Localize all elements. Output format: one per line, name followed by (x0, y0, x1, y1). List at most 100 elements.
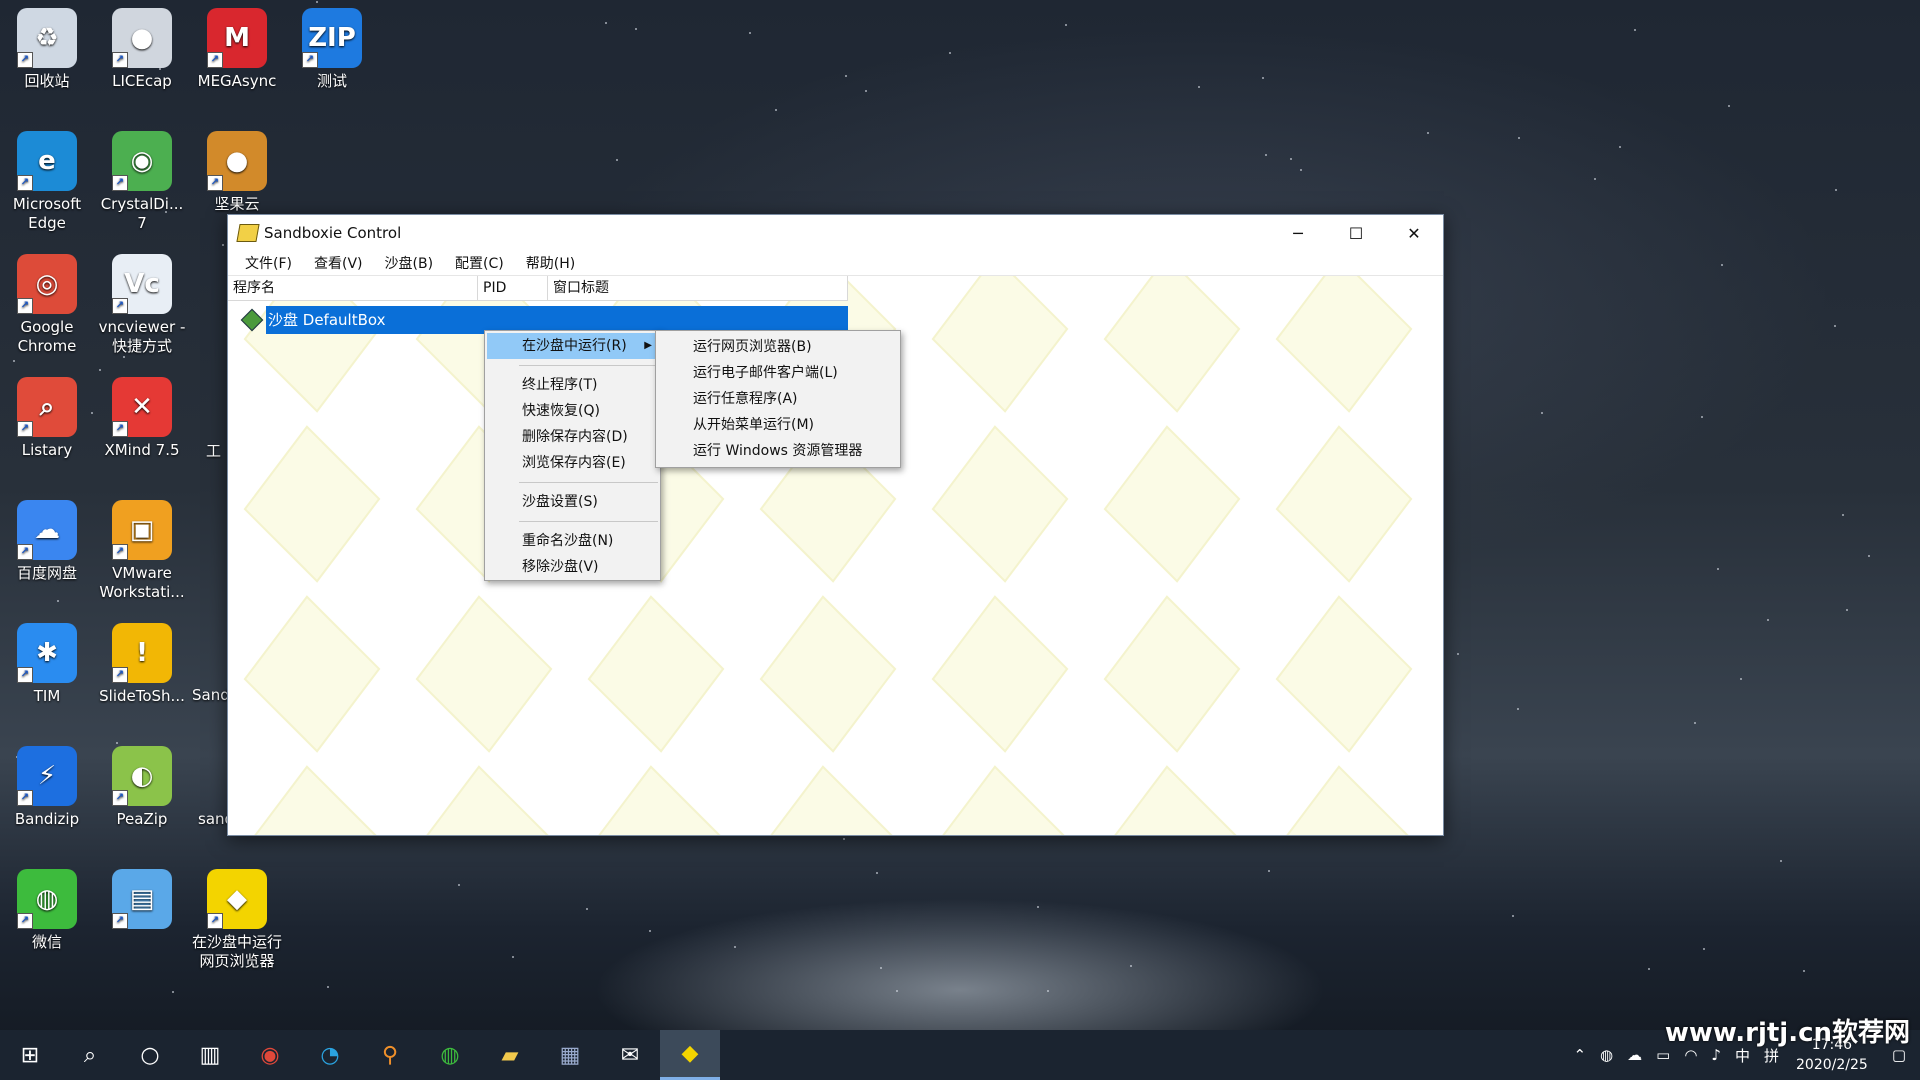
clock-date: 2020/2/25 (1796, 1057, 1868, 1073)
desktop-icon[interactable]: ◆ ↗ 在沙盘中运行网页浏览器 (191, 869, 283, 971)
background-pattern-tile (931, 276, 1069, 413)
close-button[interactable]: ✕ (1385, 215, 1443, 251)
minimize-button[interactable]: ─ (1269, 215, 1327, 251)
column-window-title[interactable]: 窗口标题 (548, 276, 848, 300)
shortcut-arrow-icon: ↗ (112, 790, 128, 806)
menu-configure[interactable]: 配置(C) (444, 253, 515, 273)
column-program-name[interactable]: 程序名 (228, 276, 478, 300)
star (1511, 914, 1514, 917)
menu-item-run-sandboxed[interactable]: 在沙盘中运行(R) ▶ (487, 333, 658, 359)
sandboxie-taskbar-icon[interactable]: ◆ (660, 1030, 720, 1080)
desktop-icon-label: 在沙盘中运行网页浏览器 (191, 933, 282, 970)
wechat-tray-icon[interactable]: ◍ (1593, 1046, 1620, 1064)
cloud-tray-icon[interactable]: ☁ (1620, 1046, 1649, 1064)
desktop-icon[interactable]: M ↗ MEGAsync (191, 8, 283, 91)
desktop-icon[interactable]: ✕ ↗ XMind 7.5 (96, 377, 188, 460)
chrome-icon[interactable]: ◉ (240, 1030, 300, 1080)
menu-item-sandbox-settings[interactable]: 沙盘设置(S) (485, 489, 660, 515)
desktop-icon[interactable]: ♻ ↗ 回收站 (1, 8, 93, 91)
desktop-icon-label: SlideToSh... (99, 687, 185, 705)
desktop-app-icon: ZIP ↗ (302, 8, 362, 68)
desktop-icon[interactable]: ! ↗ SlideToSh... (96, 623, 188, 706)
desktop-app-icon: ◎ ↗ (17, 254, 77, 314)
desktop-app-icon: ◆ ↗ (207, 869, 267, 929)
star (99, 369, 102, 372)
desktop-icon[interactable]: ◐ ↗ PeaZip (96, 746, 188, 829)
submenu-run-email-client[interactable]: 运行电子邮件客户端(L) (656, 360, 900, 386)
desktop-icon[interactable]: ZIP ↗ 测试 (286, 8, 378, 91)
wechat-icon[interactable]: ◍ (420, 1030, 480, 1080)
cortana-icon[interactable]: ○ (120, 1030, 180, 1080)
title-bar[interactable]: Sandboxie Control ─ ☐ ✕ (228, 215, 1443, 251)
desktop-app-icon: ◍ ↗ (17, 869, 77, 929)
task-view-icon[interactable]: ▥ (180, 1030, 240, 1080)
shortcut-arrow-icon: ↗ (112, 913, 128, 929)
star (1803, 969, 1806, 972)
menu-help[interactable]: 帮助(H) (515, 253, 586, 273)
menu-item-quick-recover[interactable]: 快速恢复(Q) (485, 398, 660, 424)
windows-start-icon[interactable]: ⊞ (0, 1030, 60, 1080)
chevron-up-icon[interactable]: ⌃ (1566, 1046, 1593, 1064)
shortcut-arrow-icon: ↗ (112, 298, 128, 314)
submenu-run-from-start-menu[interactable]: 从开始菜单运行(M) (656, 412, 900, 438)
menu-item-terminate[interactable]: 终止程序(T) (485, 372, 660, 398)
star (1766, 619, 1769, 622)
menu-file[interactable]: 文件(F) (234, 253, 303, 273)
star (604, 21, 607, 24)
desktop-icon[interactable]: ▤ ↗ (96, 869, 188, 933)
desktop-icon[interactable]: ⚡ ↗ Bandizip (1, 746, 93, 829)
desktop-icon[interactable]: e ↗ Microsoft Edge (1, 131, 93, 233)
desktop-icon-label: Google Chrome (17, 318, 77, 355)
desktop-icon[interactable]: ⌕ ↗ Listary (1, 377, 93, 460)
desktop-icon[interactable]: ◉ ↗ CrystalDi... 7 (96, 131, 188, 233)
desktop-icon-label: VMware Workstati... (99, 564, 185, 601)
menu-sandbox[interactable]: 沙盘(B) (374, 253, 445, 273)
submenu-run-web-browser[interactable]: 运行网页浏览器(B) (656, 334, 900, 360)
star (1702, 947, 1705, 950)
menu-view[interactable]: 查看(V) (303, 253, 374, 273)
desktop-icon[interactable]: ◍ ↗ 微信 (1, 869, 93, 952)
star (1833, 324, 1836, 327)
desktop-icon[interactable]: ◎ ↗ Google Chrome (1, 254, 93, 356)
shortcut-arrow-icon: ↗ (112, 52, 128, 68)
star (1619, 145, 1621, 148)
partial-icon-label: Sand (192, 686, 230, 704)
menu-item-explore-contents[interactable]: 浏览保存内容(E) (485, 450, 660, 476)
search-icon[interactable]: ⌕ (60, 1030, 120, 1080)
desktop-icon[interactable]: Vc ↗ vncviewer - 快捷方式 (96, 254, 188, 356)
desktop-icon[interactable]: ✱ ↗ TIM (1, 623, 93, 706)
submenu-run-windows-explorer[interactable]: 运行 Windows 资源管理器 (656, 438, 900, 464)
edge-icon[interactable]: ◔ (300, 1030, 360, 1080)
submenu-run-any-program[interactable]: 运行任意程序(A) (656, 386, 900, 412)
maximize-button[interactable]: ☐ (1327, 215, 1385, 251)
desktop-icon[interactable]: ● ↗ 坚果云 (191, 131, 283, 214)
partial-icon-label: 工 (206, 442, 222, 460)
desktop-app-icon: ▤ ↗ (112, 869, 172, 929)
mail-icon[interactable]: ✉ (600, 1030, 660, 1080)
star (1720, 264, 1723, 267)
star (876, 872, 879, 875)
desktop-icon[interactable]: ▣ ↗ VMware Workstati... (96, 500, 188, 602)
desktop-app-icon: ⚡ ↗ (17, 746, 77, 806)
star (1842, 514, 1845, 517)
desktop-icon[interactable]: ● ↗ LICEcap (96, 8, 188, 91)
column-pid[interactable]: PID (478, 276, 548, 300)
desktop-icon[interactable]: ☁ ↗ 百度网盘 (1, 500, 93, 583)
background-pattern-tile (587, 765, 725, 835)
listary-icon[interactable]: ⚲ (360, 1030, 420, 1080)
background-pattern-tile (1275, 595, 1413, 753)
background-pattern-tile (1103, 276, 1241, 413)
file-explorer-icon[interactable]: ▰ (480, 1030, 540, 1080)
background-pattern-tile (243, 595, 381, 753)
shortcut-arrow-icon: ↗ (112, 421, 128, 437)
star (1779, 860, 1782, 863)
desktop-icon-label: Microsoft Edge (12, 195, 82, 232)
star (1129, 964, 1132, 967)
menu-item-rename-sandbox[interactable]: 重命名沙盘(N) (485, 528, 660, 554)
star (864, 90, 867, 93)
store-icon[interactable]: ▦ (540, 1030, 600, 1080)
menu-item-remove-sandbox[interactable]: 移除沙盘(V) (485, 554, 660, 580)
desktop-icon-label: XMind 7.5 (104, 441, 180, 459)
background-pattern-tile (587, 595, 725, 753)
menu-item-delete-contents[interactable]: 删除保存内容(D) (485, 424, 660, 450)
